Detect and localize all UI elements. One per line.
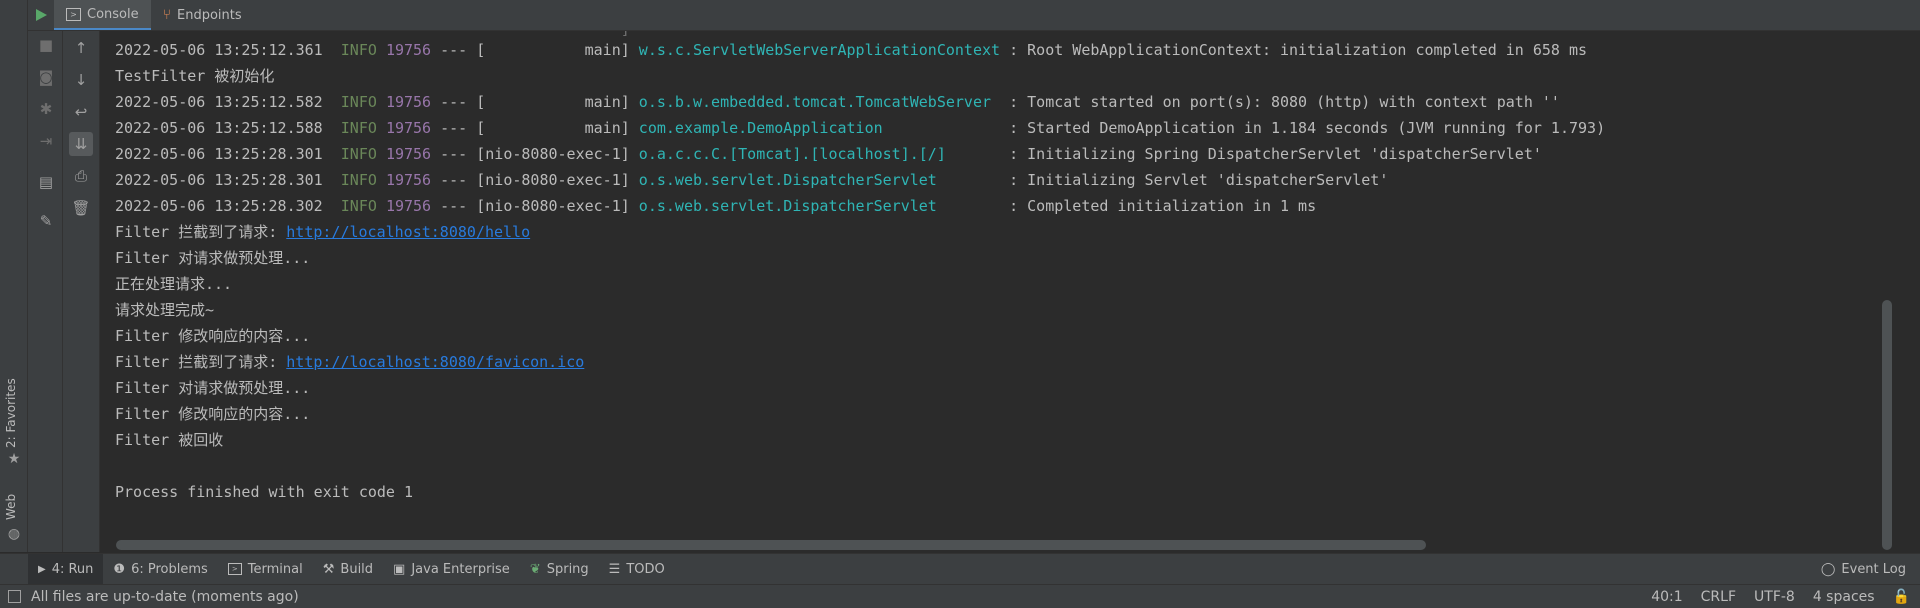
problems-icon: ❶ — [113, 561, 126, 577]
arrow-up-icon: ↑ — [74, 39, 88, 57]
log-line: Filter 对请求做预处理... — [115, 249, 311, 267]
indent-setting[interactable]: 4 spaces — [1813, 589, 1875, 605]
event-log-label: Event Log — [1841, 561, 1906, 577]
tab-label: Spring — [546, 561, 589, 577]
status-message: All files are up-to-date (moments ago) — [31, 588, 299, 605]
log-line: Filter 修改响应的内容... — [115, 405, 311, 423]
bug-icon: ✱ — [39, 100, 53, 118]
console-icon: > — [66, 7, 81, 21]
endpoints-icon: ⑂ — [162, 7, 172, 23]
url-link[interactable]: http://localhost:8080/favicon.ico — [286, 353, 584, 371]
exit-icon: ⇥ — [39, 132, 53, 150]
camera-icon: ◙ — [38, 68, 54, 86]
arrow-down-icon: ↓ — [74, 71, 88, 89]
log-line: Filter 拦截到了请求: http://localhost:8080/fav… — [115, 353, 585, 371]
todo-icon: ☰ — [608, 561, 621, 577]
run-toolwindow-header: > Console ⑂ Endpoints — [28, 0, 1920, 31]
log-line: Filter 对请求做预处理... — [115, 379, 311, 397]
lock-icon[interactable]: 🔓 — [1893, 589, 1910, 605]
tab-label: Build — [340, 561, 374, 577]
log-line: 2022-05-06 13:25:28.301 INFO 19756 --- [… — [115, 171, 1389, 189]
status-bar: All files are up-to-date (moments ago) 4… — [0, 584, 1920, 608]
tab-label: Console — [87, 6, 139, 22]
file-encoding[interactable]: UTF-8 — [1754, 589, 1795, 605]
tab-problems[interactable]: ❶ 6: Problems — [103, 554, 217, 584]
tab-label: 4: Run — [51, 561, 94, 577]
tab-spring[interactable]: ❦ Spring — [520, 554, 599, 584]
print-button[interactable]: ⎙ — [69, 164, 93, 188]
wrap-icon: ↩ — [74, 103, 88, 121]
log-line: 2022-05-06 13:25:28.301 INFO 19756 --- [… — [115, 145, 1542, 163]
horizontal-scrollbar[interactable] — [116, 540, 1426, 550]
left-tool-strip: 2: Favorites ★ Web ◍ — [0, 0, 28, 552]
build-icon: ⚒ — [322, 561, 335, 577]
panel-toggle-icon[interactable] — [8, 590, 21, 603]
log-line: TestFilter 被初始化 — [115, 67, 275, 85]
tab-label: TODO — [626, 561, 665, 577]
stop-button[interactable]: ■ — [34, 33, 58, 57]
log-line: 正在处理请求... — [115, 275, 233, 293]
log-line: Filter 修改响应的内容... — [115, 327, 311, 345]
web-side-tab[interactable]: Web — [4, 494, 18, 520]
trash-icon: 🗑 — [71, 199, 91, 217]
tab-java-enterprise[interactable]: ▣ Java Enterprise — [383, 554, 520, 584]
java-enterprise-icon: ▣ — [393, 561, 406, 577]
bottom-tool-tabs: ▶ 4: Run ❶ 6: Problems > Terminal ⚒ Buil… — [0, 553, 1920, 584]
scroll-up-button[interactable]: ↑ — [69, 36, 93, 60]
star-icon[interactable]: ★ — [6, 451, 22, 467]
stop-icon: ■ — [38, 36, 54, 54]
console-actions-toolbar: ↑ ↓ ↩ ⇊ ⎙ 🗑 — [63, 31, 100, 552]
log-line: 请求处理完成~ — [115, 301, 215, 319]
play-icon — [36, 9, 47, 21]
speech-bubble-icon: ◯ — [1820, 561, 1836, 577]
run-icon: ▶ — [38, 563, 46, 575]
debug-button[interactable]: ✱ — [34, 97, 58, 121]
tab-run[interactable]: ▶ 4: Run — [28, 554, 104, 584]
tab-label: Endpoints — [177, 7, 242, 23]
pin-button[interactable]: ✎ — [34, 209, 58, 233]
printer-icon: ⎙ — [74, 167, 87, 185]
soft-wrap-button[interactable]: ↩ — [69, 100, 93, 124]
layout-icon: ▤ — [38, 173, 54, 191]
tab-terminal[interactable]: > Terminal — [218, 554, 313, 584]
tab-label: Terminal — [247, 561, 303, 577]
globe-icon[interactable]: ◍ — [6, 526, 22, 542]
tab-endpoints[interactable]: ⑂ Endpoints — [151, 0, 254, 30]
line-separator[interactable]: CRLF — [1701, 589, 1736, 605]
camera-button[interactable]: ◙ — [34, 65, 58, 89]
exit-button[interactable]: ⇥ — [34, 129, 58, 153]
run-controls-toolbar: ■ ◙ ✱ ⇥ ▤ ✎ — [28, 31, 63, 552]
tab-console[interactable]: > Console — [54, 0, 151, 30]
log-line: 2022-05-06 13:25:12.582 INFO 19756 --- [… — [115, 93, 1560, 111]
tab-label: Java Enterprise — [411, 561, 510, 577]
rerun-button[interactable] — [28, 0, 54, 30]
log-line: 2022-05-06 13:25:12.588 INFO 19756 --- [… — [115, 119, 1606, 137]
tab-build[interactable]: ⚒ Build — [313, 554, 383, 584]
url-link[interactable]: http://localhost:8080/hello — [286, 223, 530, 241]
tab-todo[interactable]: ☰ TODO — [599, 554, 675, 584]
clear-all-button[interactable]: 🗑 — [69, 196, 93, 220]
exit-status-line: Process finished with exit code 1 — [115, 483, 414, 501]
favorites-side-tab[interactable]: 2: Favorites — [4, 378, 18, 448]
spring-icon: ❦ — [529, 561, 541, 577]
log-line: 2022-05-06 13:25:28.302 INFO 19756 --- [… — [115, 197, 1317, 215]
vertical-scrollbar[interactable] — [1882, 300, 1892, 550]
tab-label: 6: Problems — [131, 561, 208, 577]
pin-icon: ✎ — [39, 212, 53, 230]
terminal-icon: > — [227, 563, 242, 575]
scroll-to-end-icon: ⇊ — [74, 135, 88, 153]
log-line: 2022-05-06 13:25:12.361 INFO 19756 --- [… — [115, 41, 1588, 59]
event-log-button[interactable]: ◯ Event Log — [1811, 554, 1920, 584]
scroll-to-end-button[interactable]: ⇊ — [69, 132, 93, 156]
console-output[interactable]: ] 2022-05-06 13:25:12.361 INFO 19756 ---… — [100, 31, 1880, 552]
caret-position[interactable]: 40:1 — [1651, 589, 1682, 605]
layout-button[interactable]: ▤ — [34, 170, 58, 194]
scroll-down-button[interactable]: ↓ — [69, 68, 93, 92]
log-line: Filter 拦截到了请求: http://localhost:8080/hel… — [115, 223, 531, 241]
log-line: Filter 被回收 — [115, 431, 224, 449]
